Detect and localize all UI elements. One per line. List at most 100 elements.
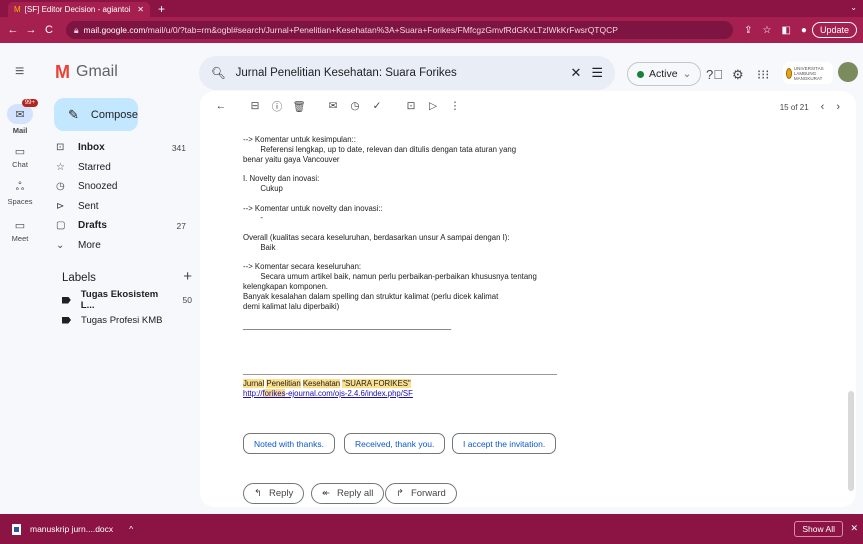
forward-icon: ↱ (396, 488, 404, 499)
compose-button[interactable]: ✎ Compose (54, 98, 138, 131)
rail-item-mail[interactable]: ✉ 99+ Mail (0, 99, 40, 138)
folder-list: ⊡ Inbox 341 ☆ Starred ◷ Snoozed ⊳ Sent ▢ Drafts 27 ⌄… (48, 138, 196, 255)
apps-grid-icon[interactable]: ⁝⁝⁝ (757, 67, 769, 83)
archive-icon[interactable]: ⊟ (244, 100, 266, 112)
message-line (243, 253, 583, 263)
label-count: 50 (182, 295, 192, 305)
share-icon[interactable]: ⇪ (744, 25, 752, 36)
update-button[interactable]: Update (811, 22, 857, 38)
report-spam-icon[interactable]: ⓘ (266, 99, 288, 114)
sidebar-icon[interactable]: ◧ (781, 25, 790, 36)
back-arrow-icon[interactable]: ← (6, 24, 20, 36)
mark-unread-icon[interactable]: ✉ (322, 100, 344, 112)
folder-label: Starred (78, 161, 111, 173)
reply-all-button[interactable]: ↞ Reply all (311, 483, 385, 504)
message-line: Baik (243, 242, 276, 252)
smart-reply-button[interactable]: Noted with thanks. (243, 433, 335, 454)
tab-search-chevron-icon[interactable]: ⌄ (850, 3, 857, 12)
organization-logo[interactable]: UNIVERSITAS LAMBUNG MANGKURAT (783, 62, 833, 84)
folder-item-more[interactable]: ⌄ More (48, 236, 196, 256)
compose-label: Compose (90, 108, 138, 121)
folder-item-starred[interactable]: ☆ Starred (48, 158, 196, 178)
smart-reply-button[interactable]: Received, thank you. (344, 433, 446, 454)
star-icon: ☆ (56, 161, 65, 173)
label-name: Tugas Profesi KMB (81, 314, 163, 326)
older-chevron-icon[interactable]: › (836, 101, 840, 113)
message-line: ________________________________________… (243, 321, 452, 331)
snooze-icon[interactable]: ◷ (344, 100, 366, 112)
active-dot-icon (637, 70, 644, 78)
folder-label: More (78, 239, 101, 251)
avatar[interactable] (838, 62, 858, 82)
url-path: /mail/u/0/?tab=rm&ogbl#search/Jurnal+Pen… (145, 25, 618, 35)
university-seal-icon (786, 67, 792, 79)
move-to-icon[interactable]: ⊡ (400, 100, 422, 112)
browser-tab-strip: M [SF] Editor Decision - agiantoi ✕ + ⌄ (0, 0, 863, 17)
browser-tab[interactable]: M [SF] Editor Decision - agiantoi ✕ (8, 2, 150, 17)
journal-link[interactable]: http://forikes-ejournal.com/ojs-2.4.6/in… (243, 389, 413, 398)
show-all-button[interactable]: Show All (794, 521, 843, 537)
url-field[interactable]: 🔒︎ mail.google.com /mail/u/0/?tab=rm&ogb… (66, 21, 734, 39)
newer-chevron-icon[interactable]: ‹ (821, 101, 825, 113)
reply-button[interactable]: ↰ Reply (243, 483, 305, 504)
labels-title: Labels (62, 272, 96, 284)
rail-item-meet[interactable]: ▭ Meet (0, 212, 40, 249)
chevron-down-icon: ⌄ (682, 68, 692, 80)
clear-search-icon[interactable]: ✕ (570, 65, 581, 81)
label-item[interactable]: Tugas Ekosistem L... 50 (62, 289, 192, 311)
gmail-logo-text: Gmail (76, 63, 118, 80)
close-tab-icon[interactable]: ✕ (137, 5, 144, 14)
close-download-bar-icon[interactable]: ✕ (850, 523, 858, 534)
search-icon[interactable]: 🔍︎ (211, 66, 226, 80)
help-icon[interactable]: ?⃝ (706, 67, 723, 82)
status-label: Active (649, 68, 678, 80)
signature-word: "SUARA FORIKES" (342, 379, 411, 388)
word-document-icon (12, 523, 21, 535)
rail-item-spaces[interactable]: ஃ Spaces (0, 175, 40, 212)
message-line: I. Novelty dan inovasi: (243, 174, 320, 184)
settings-gear-icon[interactable]: ⚙ (732, 67, 744, 83)
video-camera-icon: ▭ (14, 219, 26, 232)
message-body: --> Komentar untuk kesimpulan:: Referens… (243, 135, 583, 331)
search-options-icon[interactable]: ☰ (591, 65, 603, 81)
unread-badge: 99+ (21, 99, 38, 107)
more-options-icon[interactable]: ⋮ (444, 100, 466, 112)
message-line (243, 194, 583, 204)
add-task-icon[interactable]: ✓ (366, 100, 388, 112)
delete-icon[interactable]: 🗑︎ (288, 100, 310, 113)
rail-item-chat[interactable]: ▭ Chat (0, 138, 40, 175)
forward-button[interactable]: ↱ Forward (385, 483, 457, 504)
folder-item-snoozed[interactable]: ◷ Snoozed (48, 177, 196, 197)
folder-item-sent[interactable]: ⊳ Sent (48, 197, 196, 217)
message-line: --> Komentar secara keseluruhan: (243, 262, 362, 272)
gmail-favicon-icon: M (14, 5, 21, 14)
main-menu-icon[interactable]: ≡ (15, 63, 35, 81)
reply-all-icon: ↞ (322, 488, 330, 499)
forward-arrow-icon[interactable]: → (24, 24, 38, 36)
label-icon[interactable]: ▷ (422, 100, 444, 112)
search-input[interactable]: Jurnal Penelitian Kesehatan: Suara Forik… (236, 67, 561, 79)
chat-icon: ▭ (14, 145, 26, 158)
folder-label: Sent (78, 200, 99, 212)
new-tab-button[interactable]: + (158, 2, 165, 17)
chevron-up-icon[interactable]: ^ (129, 524, 133, 534)
folder-label: Drafts (78, 220, 107, 232)
label-item[interactable]: Tugas Profesi KMB (62, 311, 192, 329)
folder-item-inbox[interactable]: ⊡ Inbox 341 (48, 138, 196, 158)
profile-icon[interactable]: ● (801, 25, 807, 36)
folder-item-drafts[interactable]: ▢ Drafts 27 (48, 216, 196, 236)
add-label-icon[interactable]: + (183, 269, 192, 284)
search-bar[interactable]: 🔍︎ Jurnal Penelitian Kesehatan: Suara Fo… (199, 56, 615, 90)
message-toolbar: ← ⊟ ⓘ 🗑︎ ✉ ◷ ✓ ⊡ ▷ ⋮ (200, 91, 856, 121)
reload-icon[interactable]: C (42, 24, 56, 36)
bookmark-star-icon[interactable]: ☆ (763, 25, 772, 36)
scrollbar[interactable] (848, 391, 854, 491)
message-line: Overall (kualitas secara keseluruhan, be… (243, 232, 510, 242)
back-to-search-icon[interactable]: ← (210, 100, 232, 112)
download-file-name[interactable]: manuskrip jurn....docx (30, 524, 113, 534)
smart-reply-button[interactable]: I accept the invitation. (452, 433, 557, 454)
gmail-logo[interactable]: M Gmail (55, 62, 118, 83)
status-button[interactable]: Active ⌄ (627, 62, 702, 86)
message-line: Secara umum artikel baik, namun perlu pe… (243, 272, 537, 282)
clock-icon: ◷ (56, 181, 65, 193)
